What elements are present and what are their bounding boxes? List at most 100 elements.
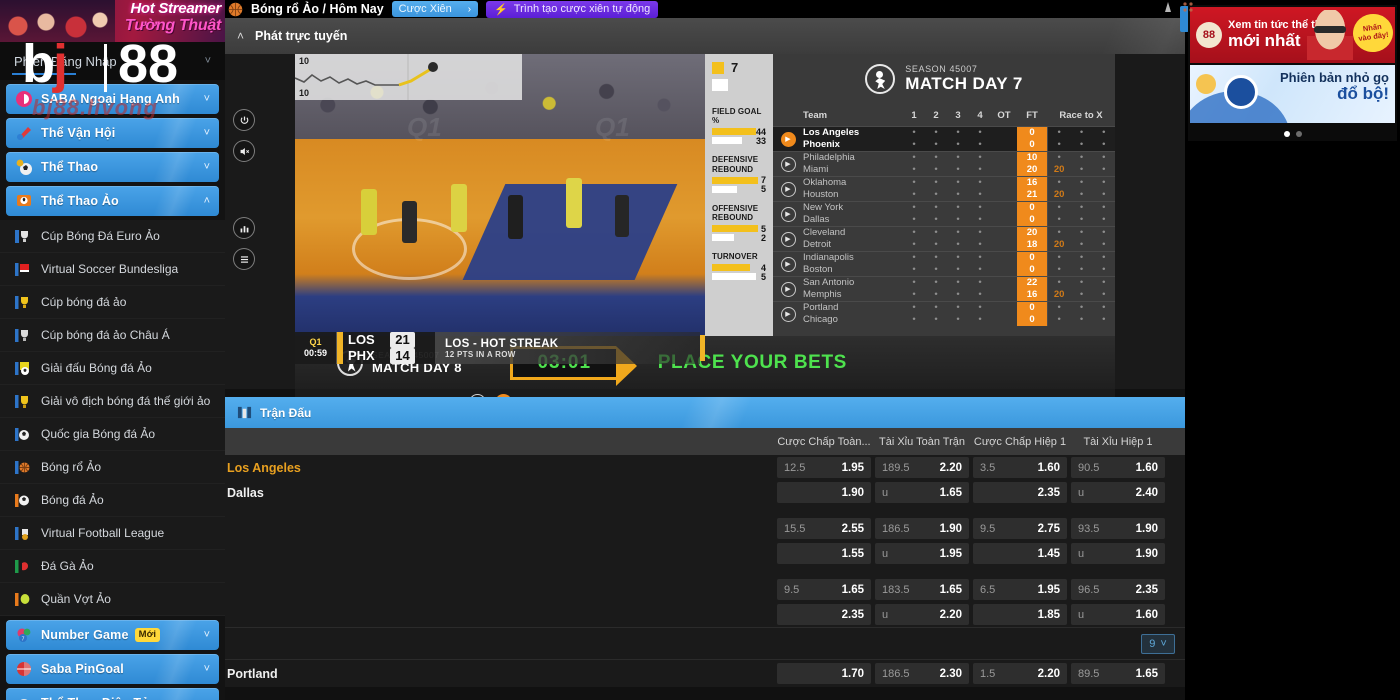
odds-cell[interactable]: 1.55: [777, 543, 871, 564]
dots-icon[interactable]: [1181, 1, 1195, 15]
stat-home-line: 7: [712, 175, 766, 185]
play-icon[interactable]: ▶: [780, 306, 796, 322]
odds-cell[interactable]: 1.5 2.20: [973, 663, 1067, 684]
odds-cell[interactable]: 89.5 1.65: [1071, 663, 1165, 684]
odds-cell[interactable]: 1.45: [973, 543, 1067, 564]
parlay-chip[interactable]: Cược Xiên ›: [391, 1, 479, 17]
odds-cell[interactable]: 93.5 1.90: [1071, 518, 1165, 539]
scoreboard-row[interactable]: ▶ Philadelphia Miami • • • • • • • • 10 20 • 20 …: [773, 151, 1115, 176]
odds-cell[interactable]: 2.35: [973, 482, 1067, 503]
away-team-name[interactable]: Dallas: [225, 486, 775, 500]
live-video[interactable]: 10 10 Q1 Q1: [295, 54, 705, 336]
chevron-down-icon: ˅: [203, 93, 210, 105]
odds-cell[interactable]: 9.5 1.65: [777, 579, 871, 600]
odds-cell[interactable]: u 1.95: [875, 543, 969, 564]
odds-cell[interactable]: 6.5 1.95: [973, 579, 1067, 600]
scoreboard-row[interactable]: ▶ Cleveland Detroit • • • • • • • • 20 18 • 20 •…: [773, 226, 1115, 251]
score-bug: Q1 00:59 LOS 21 PHX 14 LOS - HOT STREAK: [295, 331, 705, 365]
race-sub: • •: [1079, 277, 1084, 300]
auto-parlay-button[interactable]: ⚡ Trình tạo cược xiên tự động: [486, 0, 659, 18]
carousel-dot-2[interactable]: [1295, 131, 1302, 137]
sidebar-group-number-game[interactable]: 7 Number Game Mới ˅: [6, 620, 219, 650]
session-selector[interactable]: Phiên Đăng Nhập ˅: [0, 42, 225, 80]
play-icon[interactable]: ▶: [780, 206, 796, 222]
odds-cell[interactable]: 96.5 2.35: [1071, 579, 1165, 600]
odds-cell[interactable]: 2.35: [777, 604, 871, 625]
ft-cell: 20 18: [1017, 227, 1047, 251]
carousel-dot-1[interactable]: [1283, 131, 1290, 137]
odds-cell[interactable]: u 2.20: [875, 604, 969, 625]
quarter-cell: • •: [956, 227, 960, 250]
sidebar-group-saba-ngo-i-h-ng-anh[interactable]: SABA Ngoại Hạng Anh ˅: [6, 84, 219, 114]
handicap-value: u: [1078, 486, 1085, 499]
odds-cell[interactable]: 12.5 1.95: [777, 457, 871, 478]
home-bar: [712, 128, 756, 136]
odds-cell[interactable]: u 1.65: [875, 482, 969, 503]
scoreboard-row[interactable]: ▶ Oklahoma Houston • • • • • • • • 16 21 • 20 • •…: [773, 176, 1115, 201]
play-icon[interactable]: ▶: [780, 181, 796, 197]
stream-header[interactable]: ˄ Phát trực tuyến: [225, 18, 1185, 54]
ft-cell: 22 16: [1017, 277, 1047, 301]
odds-cell[interactable]: u 1.60: [1071, 604, 1165, 625]
sidebar-item-b-ng-o[interactable]: Bóng đá Ảo: [0, 484, 225, 517]
list-icon[interactable]: [233, 248, 255, 270]
stats-icon[interactable]: [233, 217, 255, 239]
sidebar-item-label: Cúp bóng đá ảo: [41, 295, 127, 309]
sidebar-item-c-p-b-ng-o[interactable]: Cúp bóng đá ảo: [0, 286, 225, 319]
sidebar-group-th-thao-o[interactable]: Thể Thao Ảo ˄: [6, 186, 219, 216]
odds-cell[interactable]: u 1.90: [1071, 543, 1165, 564]
sidebar-item-virtual-soccer-bundesliga[interactable]: Virtual Soccer Bundesliga: [0, 253, 225, 286]
ad-news-banner[interactable]: 88 Xem tin tức thể thao mới nhất Nhấn và…: [1190, 7, 1395, 63]
odds-cell[interactable]: 15.5 2.55: [777, 518, 871, 539]
odds-cell[interactable]: 1.90: [777, 482, 871, 503]
cone-icon[interactable]: [1161, 1, 1175, 15]
match-section-header[interactable]: Trận Đấu: [225, 397, 1185, 428]
race-cell: • 20 • • • •: [1047, 277, 1115, 301]
home-team-name[interactable]: Los Angeles: [225, 461, 775, 475]
play-icon-active[interactable]: ▶: [780, 131, 796, 147]
scoreboard-row[interactable]: ▶ Los Angeles Phoenix • • • • • • • • 0 0 • • • •…: [773, 126, 1115, 151]
sidebar-item-c-p-b-ng-o-ch-u-[interactable]: Cúp bóng đá ảo Châu Á: [0, 319, 225, 352]
play-icon[interactable]: ▶: [780, 156, 796, 172]
odds-cell[interactable]: 1.85: [973, 604, 1067, 625]
odds-cell[interactable]: 186.5 2.30: [875, 663, 969, 684]
odds-cell[interactable]: u 2.40: [1071, 482, 1165, 503]
odds-cell[interactable]: 9.5 2.75: [973, 518, 1067, 539]
play-icon[interactable]: ▶: [780, 281, 796, 297]
stream-title: Phát trực tuyến: [255, 29, 348, 43]
power-icon[interactable]: [233, 109, 255, 131]
scoreboard-row[interactable]: ▶ San Antonio Memphis • • • • • • • • 22 16 • 20…: [773, 276, 1115, 301]
brand-badge: 88: [1196, 22, 1222, 48]
scoreboard-row[interactable]: ▶ Indianapolis Boston • • • • • • • • 0 0 • • • •…: [773, 251, 1115, 276]
sidebar-group-th-thao-i-n-t-[interactable]: Thể Thao Điện Tử ↗: [6, 688, 219, 700]
sidebar-group-th-v-n-h-i[interactable]: Thể Vận Hội ˅: [6, 118, 219, 148]
sidebar-item-virtual-football-league[interactable]: Virtual Football League: [0, 517, 225, 550]
ad-cta-bubble[interactable]: Nhấn vào đây!: [1350, 11, 1395, 55]
odds-cell[interactable]: 90.5 1.60: [1071, 457, 1165, 478]
sidebar-group-th-thao[interactable]: Thể Thao ˅: [6, 152, 219, 182]
sidebar-item-list: Cúp Bóng Đá Euro Ảo Virtual Soccer Bunde…: [0, 220, 225, 616]
play-icon[interactable]: ▶: [780, 256, 796, 272]
odds-cell[interactable]: 189.5 2.20: [875, 457, 969, 478]
mute-icon[interactable]: [233, 140, 255, 162]
sidebar-item--g-o[interactable]: Đá Gà Ảo: [0, 550, 225, 583]
play-icon[interactable]: ▶: [780, 231, 796, 247]
sidebar-item-qu-c-gia-b-ng-o[interactable]: Quốc gia Bóng đá Ảo: [0, 418, 225, 451]
scoreboard-row[interactable]: ▶ New York Dallas • • • • • • • • 0 0 • • • • • •: [773, 201, 1115, 226]
odds-cell[interactable]: 3.5 1.60: [973, 457, 1067, 478]
promo-banner[interactable]: Hot Streamer Tường Thuật: [0, 0, 225, 42]
scoreboard-row[interactable]: ▶ Portland Chicago • • • • • • • • 0 0 • • • • • •: [773, 301, 1115, 326]
odds-cell[interactable]: 186.5 1.90: [875, 518, 969, 539]
sidebar-group-saba-pingoal[interactable]: Saba PinGoal ˅: [6, 654, 219, 684]
sidebar-item-b-ng-r-o[interactable]: Bóng rổ Ảo: [0, 451, 225, 484]
odds-cell[interactable]: 183.5 1.65: [875, 579, 969, 600]
page-size-dropdown[interactable]: 9 ˅: [1141, 633, 1175, 654]
sidebar-item-gi-i-u-b-ng-o[interactable]: Giải đấu Bóng đá Ảo: [0, 352, 225, 385]
sidebar-item-qu-n-v-t-o[interactable]: Quần Vợt Ảo: [0, 583, 225, 616]
home-team-name[interactable]: Portland: [225, 667, 775, 681]
sidebar-item-c-p-b-ng-euro-o[interactable]: Cúp Bóng Đá Euro Ảo: [0, 220, 225, 253]
ad-app-banner[interactable]: Phiên bản nhỏ gọ đổ bộ!: [1190, 65, 1395, 123]
sidebar-item-gi-i-v-ch-b-ng-th-gi-i-o[interactable]: Giải vô địch bóng đá thế giới ảo: [0, 385, 225, 418]
odds-cell[interactable]: 1.70: [777, 663, 871, 684]
sidebar-item-label: Bóng rổ Ảo: [41, 460, 102, 474]
